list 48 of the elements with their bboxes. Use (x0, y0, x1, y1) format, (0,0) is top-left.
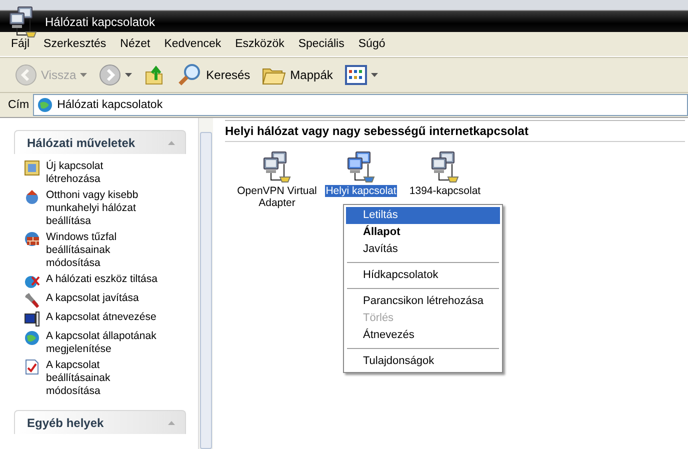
folders-button[interactable]: Mappák (259, 62, 336, 88)
context-menu-item[interactable]: Hídkapcsolatok (346, 267, 500, 284)
globe-status-icon (24, 330, 40, 346)
task-link[interactable]: A kapcsolat átnevezése (46, 311, 158, 324)
dropdown-caret-icon (125, 73, 132, 77)
menu-item[interactable]: Kedvencek (158, 36, 228, 52)
collapse-chevron-icon[interactable] (168, 420, 175, 424)
context-menu-item[interactable]: Állapot (346, 224, 500, 241)
dropdown-caret-icon (370, 73, 378, 77)
new-connection-icon (24, 160, 40, 176)
address-label: Cím (8, 99, 30, 111)
menu-item[interactable]: Fájl (5, 36, 36, 52)
context-menu-item[interactable]: Letiltás (346, 207, 500, 224)
menu-item[interactable]: Nézet (114, 36, 156, 52)
menu-item[interactable]: Súgó (352, 36, 392, 52)
task-link[interactable]: Windows tűzfal beállításainak módosítása (46, 231, 158, 270)
scrollbar[interactable] (198, 118, 213, 449)
wrench-icon (24, 292, 40, 308)
address-field[interactable]: Hálózati kapcsolatok (33, 94, 688, 116)
collapse-chevron-icon[interactable] (168, 140, 175, 144)
task-link[interactable]: A kapcsolat javítása (46, 292, 158, 305)
connection-label[interactable]: Helyi kapcsolat (324, 185, 398, 197)
globe-cross-icon (24, 273, 40, 289)
views-icon (344, 65, 367, 85)
task-link[interactable]: Otthoni vagy kisebb munkahelyi hálózat beállítása (46, 189, 158, 228)
firewall-icon (24, 231, 40, 247)
window-title: Hálózati kapcsolatok (45, 14, 156, 28)
context-menu-item[interactable]: Átnevezés (346, 327, 500, 344)
task-link[interactable]: A kapcsolat állapotának megjelenítése (46, 330, 158, 356)
globe-icon (37, 97, 54, 113)
context-menu-item[interactable]: Parancsikon létrehozása (346, 293, 500, 310)
panel-header[interactable]: Egyéb helyek (14, 410, 186, 434)
task-link[interactable]: A kapcsolat beállításainak módosítása (46, 359, 158, 398)
task-link[interactable]: A hálózati eszköz tiltása (46, 273, 158, 286)
context-menu-item[interactable]: Javítás (346, 241, 500, 258)
connection-label[interactable]: OpenVPN Virtual Adapter (235, 185, 319, 209)
group-heading: Helyi hálózat vagy nagy sebességű internetkapcsolat (225, 120, 685, 142)
menu-item[interactable]: Szerkesztés (38, 36, 112, 52)
task-link[interactable]: Új kapcsolat létrehozása (46, 160, 158, 186)
search-icon (178, 63, 202, 87)
document-check-icon (24, 359, 40, 375)
panel-header[interactable]: Hálózati műveletek (14, 130, 186, 154)
search-button[interactable]: Keresés (175, 61, 254, 89)
context-menu-item[interactable]: Tulajdonságok (346, 353, 500, 370)
connection-label[interactable]: 1394-kapcsolat (408, 185, 482, 197)
menu-item[interactable]: Speciális (292, 36, 350, 52)
menu-item[interactable]: Eszközök (229, 36, 290, 52)
dropdown-caret-icon (80, 73, 88, 77)
